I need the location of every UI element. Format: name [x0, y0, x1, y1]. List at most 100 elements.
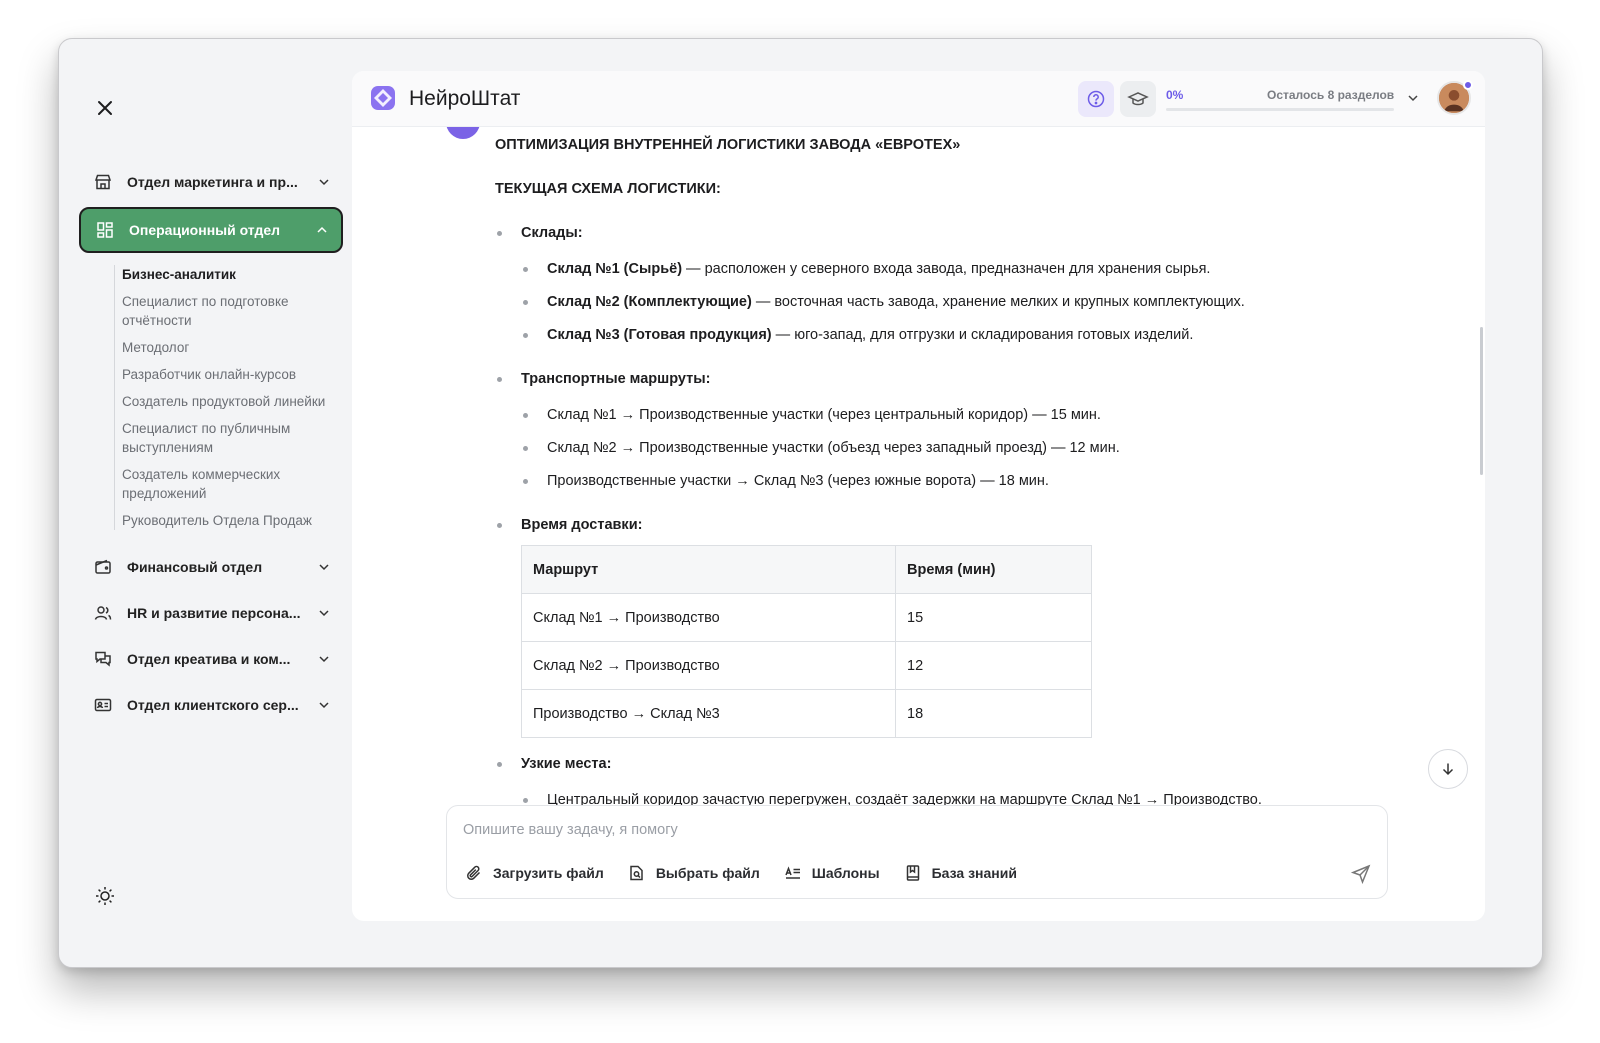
chevron-down-icon [317, 560, 331, 574]
brand-logo-icon [368, 83, 398, 113]
table-cell: 15 [895, 593, 1092, 642]
tool-label: Выбрать файл [655, 865, 760, 881]
main-panel: НейроШтат 0% Осталось 8 разделов ОПТИМИЗ… [352, 71, 1485, 921]
subnav-item[interactable]: Руководитель Отдела Продаж [122, 507, 343, 534]
app-window: Отдел маркетинга и пр... Операционный от… [58, 38, 1543, 968]
progress-bar [1166, 108, 1394, 111]
graduation-cap-icon [1127, 92, 1149, 106]
table-header: Маршрут [521, 545, 896, 594]
operations-subnav: Бизнес-аналитик Специалист по подготовке… [79, 261, 343, 534]
doc-subtitle: ТЕКУЩАЯ СХЕМА ЛОГИСТИКИ: [495, 181, 721, 197]
question-icon [1087, 90, 1105, 108]
sidebar-item-label: Операционный отдел [129, 222, 281, 238]
scrollbar[interactable] [1480, 327, 1483, 475]
table-cell: Склад №1 → Производство [521, 593, 896, 642]
list-item: Склад №2 → Производственные участки (объ… [495, 438, 1375, 458]
sidebar-item-finance[interactable]: Финансовый отдел [79, 544, 343, 590]
users-icon [93, 603, 113, 623]
paperclip-icon [467, 865, 481, 880]
table-cell: Склад №2 → Производство [521, 641, 896, 690]
bottlenecks-section: Узкие места: Центральный коридор зачасту… [495, 754, 1375, 807]
routes-section: Транспортные маршруты: Склад №1 → Произв… [495, 369, 1375, 491]
scroll-down-button[interactable] [1428, 749, 1468, 789]
sidebar-item-label: Отдел креатива и ком... [127, 651, 291, 667]
grid-icon [95, 220, 115, 240]
brand-name: НейроШтат [409, 87, 521, 110]
sidebar-item-operations[interactable]: Операционный отдел [79, 207, 343, 253]
subnav-item[interactable]: Методолог [122, 334, 343, 361]
chat-icon [93, 649, 113, 669]
sidebar-item-label: Отдел клиентского сер... [127, 697, 299, 713]
knowledge-base-button[interactable]: База знаний [904, 864, 1017, 882]
wallet-icon [93, 557, 113, 577]
chevron-down-icon [317, 606, 331, 620]
tool-label: Шаблоны [811, 865, 880, 881]
top-bar: НейроШтат 0% Осталось 8 разделов [352, 71, 1485, 127]
subnav-item[interactable]: Бизнес-аналитик [122, 261, 343, 288]
choose-file-button[interactable]: Выбрать файл [628, 864, 760, 882]
sidebar-item-hr[interactable]: HR и развитие персона... [79, 590, 343, 636]
sidebar-item-label: HR и развитие персона... [127, 605, 301, 621]
sidebar-item-marketing[interactable]: Отдел маркетинга и пр... [79, 159, 343, 205]
message-composer: Загрузить файл Выбрать файл Шаблоны База… [446, 805, 1388, 899]
table-cell: 12 [895, 641, 1092, 690]
subnav-item[interactable]: Разработчик онлайн-курсов [122, 361, 343, 388]
section-heading: Время доставки: [495, 515, 1375, 535]
chevron-down-icon[interactable] [1406, 91, 1420, 105]
table-cell: Производство → Склад №3 [521, 689, 896, 738]
warehouses-section: Склады: Склад №1 (Сырьё) — расположен у … [495, 223, 1375, 345]
table-row: Склад №1 → Производство 15 [521, 593, 1092, 642]
table-row: Склад №2 → Производство 12 [521, 641, 1092, 690]
sidebar-item-client-service[interactable]: Отдел клиентского сер... [79, 682, 343, 728]
delivery-section: Время доставки: Маршрут Время (мин) Скла… [495, 515, 1375, 738]
composer-tools: Загрузить файл Выбрать файл Шаблоны База… [465, 864, 1041, 882]
book-icon [906, 865, 919, 881]
close-icon[interactable] [94, 97, 116, 119]
progress-remaining: Осталось 8 разделов [1267, 88, 1395, 102]
learning-button[interactable] [1120, 81, 1156, 117]
send-button[interactable] [1350, 864, 1371, 885]
subnav-item[interactable]: Создатель продуктовой линейки [122, 388, 343, 415]
message-input[interactable] [463, 822, 1323, 838]
section-heading: Узкие места: [495, 754, 1375, 774]
templates-button[interactable]: Шаблоны [784, 864, 880, 882]
table-cell: 18 [895, 689, 1092, 738]
template-icon [785, 866, 800, 879]
section-heading: Склады: [495, 223, 1375, 243]
subnav-item[interactable]: Специалист по подготовке отчётности [122, 288, 343, 334]
table-header-row: Маршрут Время (мин) [521, 545, 1092, 594]
sidebar-item-creative[interactable]: Отдел креатива и ком... [79, 636, 343, 682]
list-item: Производственные участки → Склад №3 (чер… [495, 471, 1375, 491]
doc-title: ОПТИМИЗАЦИЯ ВНУТРЕННЕЙ ЛОГИСТИКИ ЗАВОДА … [495, 137, 961, 153]
chevron-down-icon [317, 698, 331, 712]
store-icon [93, 172, 113, 192]
help-button[interactable] [1078, 81, 1114, 117]
arrow-down-icon [1442, 763, 1454, 776]
subnav-item[interactable]: Создатель коммерческих предложений [122, 461, 343, 507]
send-icon [1350, 864, 1371, 885]
chevron-down-icon [317, 652, 331, 666]
list-item: Склад №1 → Производственные участки (чер… [495, 405, 1375, 425]
id-card-icon [93, 695, 113, 715]
notification-dot [1463, 80, 1473, 90]
list-item: Склад №1 (Сырьё) — расположен у северног… [495, 259, 1375, 279]
sidebar-item-label: Финансовый отдел [127, 559, 263, 575]
window-content: Отдел маркетинга и пр... Операционный от… [67, 47, 1534, 959]
file-search-icon [630, 865, 643, 881]
delivery-table: Маршрут Время (мин) Склад №1 → Производс… [521, 545, 1092, 738]
chevron-down-icon [317, 175, 331, 189]
section-heading: Транспортные маршруты: [495, 369, 1375, 389]
chat-content: ОПТИМИЗАЦИЯ ВНУТРЕННЕЙ ЛОГИСТИКИ ЗАВОДА … [352, 127, 1485, 807]
subnav-item[interactable]: Специалист по публичным выступлениям [122, 415, 343, 461]
table-row: Производство → Склад №3 18 [521, 689, 1092, 738]
tool-label: Загрузить файл [493, 865, 604, 881]
tool-label: База знаний [931, 865, 1017, 881]
table-header: Время (мин) [895, 545, 1092, 594]
assistant-message: ОПТИМИЗАЦИЯ ВНУТРЕННЕЙ ЛОГИСТИКИ ЗАВОДА … [495, 135, 1375, 807]
sun-icon[interactable] [94, 885, 116, 907]
list-item: Склад №3 (Готовая продукция) — юго-запад… [495, 325, 1375, 345]
assistant-avatar-icon [446, 127, 480, 139]
sidebar-nav: Отдел маркетинга и пр... Операционный от… [79, 159, 343, 728]
upload-file-button[interactable]: Загрузить файл [465, 864, 604, 882]
progress-percent: 0% [1166, 88, 1184, 102]
